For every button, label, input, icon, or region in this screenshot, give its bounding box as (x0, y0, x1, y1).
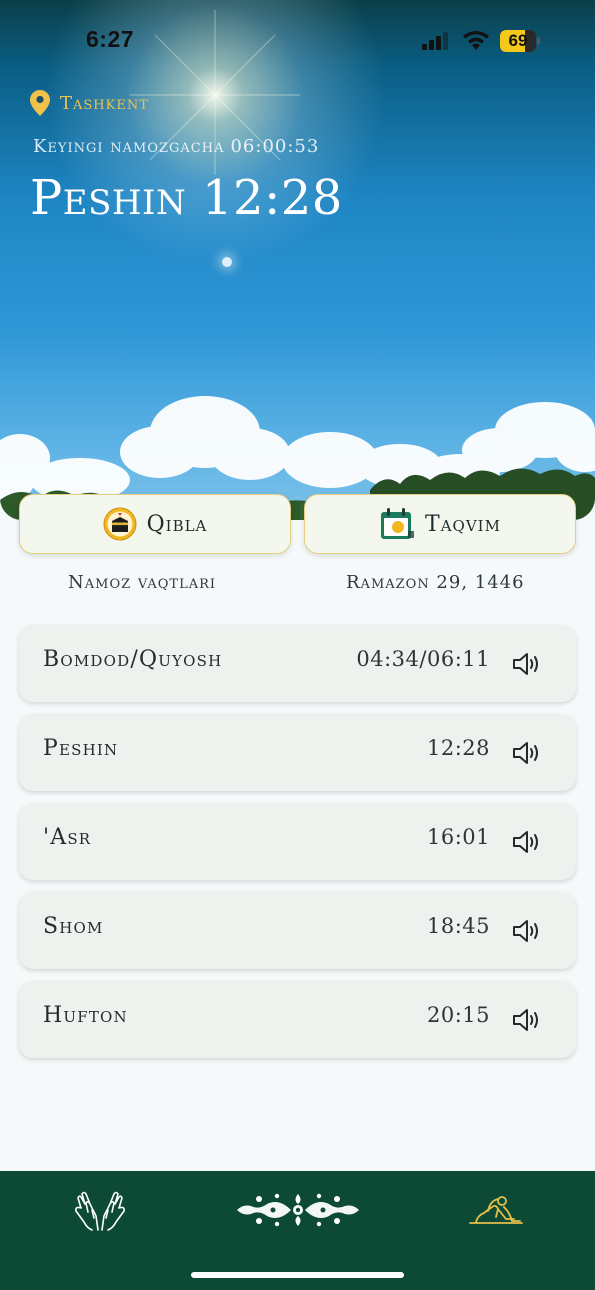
kaaba-icon (103, 507, 137, 541)
prayer-name: Bomdod/Quyosh (43, 647, 223, 672)
section-sub-labels: Namoz vaqtlari Ramazon 29, 1446 (0, 572, 595, 600)
prayer-name: Shom (43, 914, 104, 939)
speaker-icon[interactable] (512, 739, 542, 767)
prayer-time: 04:34/06:11 (356, 647, 490, 671)
hijri-date: Ramazon 29, 1446 (346, 572, 525, 593)
prayer-row[interactable]: Peshin 12:28 (19, 714, 576, 791)
prayer-row[interactable]: 'Asr 16:01 (19, 803, 576, 880)
countdown-label: Keyingi namozgacha (33, 136, 225, 157)
location-name: Tashkent (60, 92, 149, 114)
prayer-row[interactable]: Bomdod/Quyosh 04:34/06:11 (19, 625, 576, 702)
taqvim-button[interactable]: Taqvim (304, 494, 576, 554)
qibla-label: Qibla (146, 511, 208, 537)
status-time: 6:27 (86, 26, 135, 52)
status-bar: 6:27 69 (0, 24, 595, 58)
prayer-time: 16:01 (426, 825, 490, 849)
location-pin-icon (30, 90, 50, 116)
prayer-name: Hufton (43, 1003, 128, 1028)
prayer-time: 12:28 (426, 736, 490, 760)
location-selector[interactable]: Tashkent (30, 90, 149, 116)
prayer-time: 18:45 (426, 914, 490, 938)
battery-percent: 69 (508, 31, 528, 50)
taqvim-label: Taqvim (425, 511, 501, 537)
prostration-icon (469, 1196, 523, 1224)
wifi-icon (463, 31, 489, 50)
cellular-signal-icon (422, 32, 448, 50)
next-prayer-countdown: Keyingi namozgacha 06:00:53 (33, 136, 319, 157)
prayer-row[interactable]: Shom 18:45 (19, 892, 576, 969)
qibla-button[interactable]: Qibla (19, 494, 291, 554)
sun-reflection (222, 257, 232, 267)
speaker-icon[interactable] (512, 650, 542, 678)
prayer-time: 20:15 (426, 1003, 490, 1027)
countdown-value: 06:00:53 (230, 136, 320, 157)
calendar-icon (381, 508, 415, 539)
praying-hands-icon (75, 1191, 125, 1231)
prayer-name: Peshin (43, 736, 119, 761)
home-indicator[interactable] (191, 1272, 404, 1278)
nav-namaz-tab[interactable] (466, 1185, 526, 1235)
ornament-icon (237, 1193, 359, 1227)
prayer-times-list: Bomdod/Quyosh 04:34/06:11 Peshin 12:28 'Asr 1… (19, 625, 576, 1070)
speaker-icon[interactable] (512, 828, 542, 856)
speaker-icon[interactable] (512, 917, 542, 945)
battery-indicator: 69 (500, 30, 540, 52)
prayer-name: 'Asr (43, 825, 92, 850)
current-prayer-title: Peshin 12:28 (30, 170, 343, 226)
nav-home-tab[interactable] (232, 1185, 364, 1235)
speaker-icon[interactable] (512, 1006, 542, 1034)
prayer-times-heading: Namoz vaqtlari (68, 572, 217, 593)
prayer-row[interactable]: Hufton 20:15 (19, 981, 576, 1058)
hero-sky-banner (0, 0, 595, 520)
nav-dua-tab[interactable] (70, 1185, 130, 1235)
